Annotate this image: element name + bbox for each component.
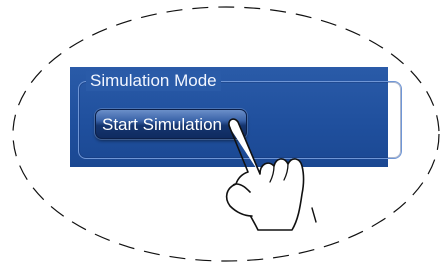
hand-pointer-icon: [225, 118, 317, 231]
group-title: Simulation Mode: [86, 71, 221, 91]
illustration: Simulation Mode Start Simulation: [0, 0, 442, 265]
